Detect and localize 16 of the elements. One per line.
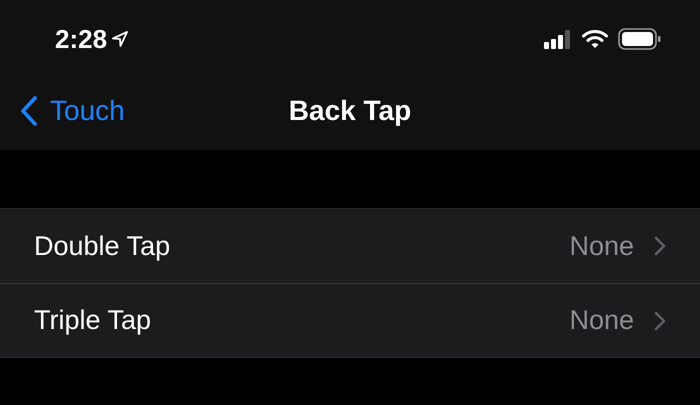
back-button[interactable]: Touch: [0, 95, 125, 127]
page-title: Back Tap: [288, 95, 412, 127]
row-label: Double Tap: [34, 230, 172, 262]
row-value: None: [569, 305, 634, 336]
location-arrow-icon: [111, 30, 130, 48]
settings-row[interactable]: Triple Tap None: [0, 283, 700, 357]
settings-row[interactable]: Double Tap None: [0, 209, 700, 283]
row-value: None: [569, 230, 634, 262]
row-label: Triple Tap: [34, 305, 152, 336]
signal-icon: [544, 29, 572, 49]
battery-icon: [618, 28, 662, 50]
chevron-icon: [654, 236, 666, 256]
wifi-icon: [582, 29, 608, 49]
status-time: 2:28: [55, 24, 108, 54]
back-chevron-icon: [20, 95, 38, 127]
chevron-icon: [654, 310, 666, 330]
